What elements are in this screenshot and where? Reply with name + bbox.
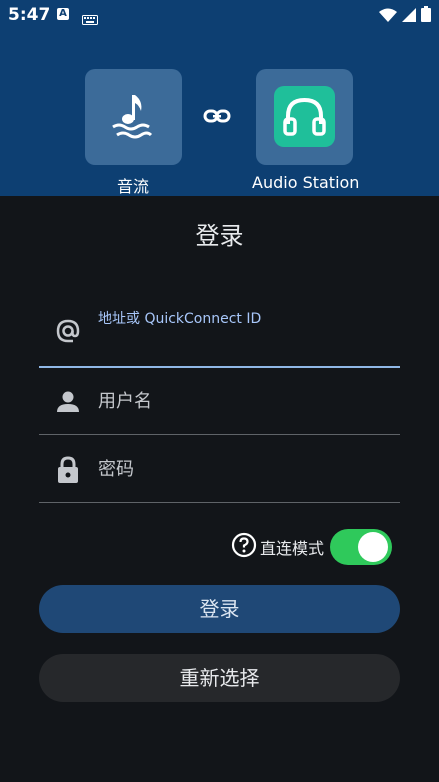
audio-station-icon-bg bbox=[274, 86, 335, 147]
at-icon bbox=[55, 318, 81, 348]
login-title: 登录 bbox=[195, 222, 244, 250]
music-note-waves-icon bbox=[112, 95, 153, 139]
battery-icon bbox=[421, 6, 431, 26]
link-icon bbox=[203, 106, 231, 130]
app-header: 5:47 A 音流 Audio Station bbox=[0, 0, 439, 196]
help-circle-icon[interactable] bbox=[231, 532, 257, 562]
direct-mode-toggle[interactable] bbox=[330, 529, 393, 565]
status-icons bbox=[379, 6, 431, 26]
toggle-knob bbox=[358, 532, 389, 562]
headphones-icon bbox=[283, 97, 326, 136]
status-time: 5:47 bbox=[8, 5, 51, 25]
direct-mode-label: 直连模式 bbox=[260, 539, 325, 558]
username-field[interactable] bbox=[39, 368, 400, 435]
username-input[interactable] bbox=[98, 390, 388, 412]
keyboard-icon bbox=[82, 10, 98, 29]
status-bar: 5:47 A bbox=[0, 0, 439, 30]
lock-icon bbox=[55, 456, 81, 488]
wifi-icon bbox=[379, 7, 397, 26]
login-button[interactable]: 登录 bbox=[39, 585, 400, 633]
audio-station-app-tile bbox=[256, 69, 353, 165]
yinliu-app-tile bbox=[85, 69, 182, 165]
password-input[interactable] bbox=[98, 458, 388, 480]
address-input[interactable] bbox=[98, 336, 388, 358]
password-field[interactable] bbox=[39, 436, 400, 503]
status-indicator-a: A bbox=[57, 8, 69, 20]
address-field[interactable]: 地址或 QuickConnect ID bbox=[39, 296, 400, 368]
audio-station-app-label: Audio Station bbox=[252, 173, 360, 192]
yinliu-app-label: 音流 bbox=[117, 177, 150, 196]
direct-mode-row: 直连模式 bbox=[231, 529, 393, 565]
person-icon bbox=[55, 390, 81, 418]
signal-icon bbox=[402, 7, 416, 26]
address-field-label: 地址或 QuickConnect ID bbox=[98, 311, 262, 327]
reselect-button[interactable]: 重新选择 bbox=[39, 654, 400, 702]
